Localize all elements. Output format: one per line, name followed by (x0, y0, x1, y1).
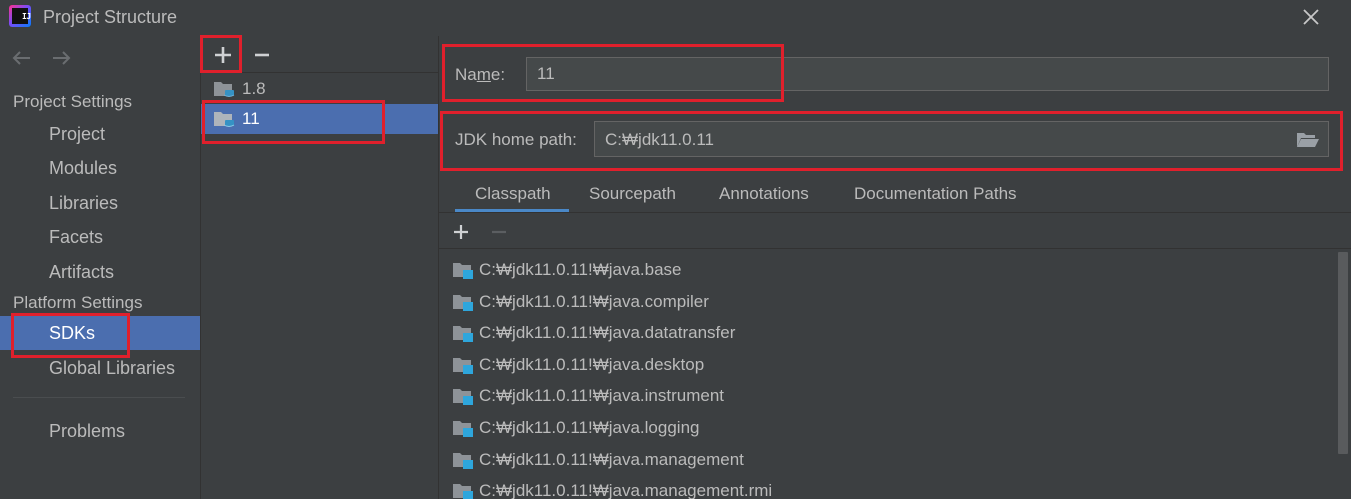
module-folder-icon (452, 387, 474, 406)
plus-icon[interactable] (451, 222, 471, 242)
classpath-entry-label: C:₩jdk11.0.11!₩java.management.rmi (479, 481, 773, 499)
sidebar-item-facets[interactable]: Facets (0, 220, 200, 254)
sidebar-item-label: SDKs (49, 323, 96, 343)
classpath-entry[interactable]: C:₩jdk11.0.11!₩java.management (439, 444, 1336, 475)
active-tab-indicator (455, 209, 569, 212)
sidebar-item-label: Facets (49, 227, 104, 247)
platform-settings-header: Platform Settings (13, 293, 143, 312)
classpath-entry-label: C:₩jdk11.0.11!₩java.compiler (479, 291, 709, 311)
sidebar-item-global-libraries[interactable]: Global Libraries (0, 351, 200, 385)
project-settings-header: Project Settings (13, 92, 133, 111)
scrollbar-thumb[interactable] (1338, 252, 1348, 454)
classpath-entry-label: C:₩jdk11.0.11!₩java.desktop (479, 354, 705, 374)
module-folder-icon (452, 451, 474, 469)
sidebar-item-artifacts[interactable]: Artifacts (0, 255, 200, 289)
jdk-home-path-value: C:₩jdk11.0.11 (605, 130, 714, 149)
tab-documentation-paths[interactable]: Documentation Paths (854, 184, 1017, 204)
jdk-folder-icon (213, 80, 235, 98)
module-folder-icon (452, 293, 474, 311)
sdk-tabs: Classpath Sourcepath Annotations Documen… (439, 179, 1351, 213)
sdk-name-input[interactable] (526, 57, 1329, 91)
tab-classpath[interactable]: Classpath (475, 184, 551, 204)
window-title: Project Structure (43, 7, 178, 27)
title-bar: IJ Project Structure (0, 0, 1351, 36)
module-folder-icon (452, 356, 474, 374)
jdk-home-path-field[interactable]: C:₩jdk11.0.11 (594, 121, 1329, 157)
tab-annotations[interactable]: Annotations (719, 184, 809, 204)
folder-open-icon[interactable] (1296, 130, 1320, 150)
sidebar-item-sdks[interactable]: SDKs (0, 316, 200, 350)
module-folder-icon (452, 261, 474, 279)
minus-icon[interactable] (489, 222, 509, 242)
jdk-folder-icon (213, 110, 235, 128)
arrow-left-icon[interactable] (10, 47, 34, 69)
sidebar-item-modules[interactable]: Modules (0, 151, 200, 185)
minus-icon[interactable] (252, 45, 272, 65)
classpath-scrollbar[interactable] (1336, 249, 1351, 499)
classpath-list: C:₩jdk11.0.11!₩java.base C:₩jdk11.0.11!₩j… (439, 249, 1336, 499)
sdk-item-label: 11 (242, 109, 260, 128)
classpath-entry[interactable]: C:₩jdk11.0.11!₩java.datatransfer (439, 317, 1336, 348)
classpath-entry[interactable]: C:₩jdk11.0.11!₩java.logging (439, 412, 1336, 443)
classpath-entry-label: C:₩jdk11.0.11!₩java.logging (479, 418, 700, 437)
sidebar-item-problems[interactable]: Problems (0, 414, 200, 448)
sdk-item-11[interactable]: 11 (201, 104, 439, 134)
sdk-detail-panel: Name: JDK home path: C:₩jdk11.0.11 Class… (438, 36, 1351, 499)
classpath-toolbar (439, 213, 1351, 249)
classpath-entry[interactable]: C:₩jdk11.0.11!₩java.compiler (439, 286, 1336, 317)
logo-text: IJ (22, 12, 31, 21)
classpath-entry-label: C:₩jdk11.0.11!₩java.base (479, 260, 682, 279)
classpath-entry-label: C:₩jdk11.0.11!₩java.management (479, 449, 744, 469)
tab-sourcepath[interactable]: Sourcepath (589, 184, 676, 204)
classpath-entry-label: C:₩jdk11.0.11!₩java.instrument (479, 386, 725, 406)
sidebar-item-label: Global Libraries (49, 358, 176, 378)
sidebar-item-label: Modules (49, 158, 118, 178)
sidebar-item-label: Libraries (49, 193, 119, 213)
sidebar-item-label: Problems (49, 421, 126, 441)
jdk-home-path-label: JDK home path: (455, 130, 577, 149)
sdk-toolbar (201, 36, 439, 73)
classpath-entry[interactable]: C:₩jdk11.0.11!₩java.base (439, 254, 1336, 285)
sdk-item-1-8[interactable]: 1.8 (201, 74, 439, 104)
module-folder-icon (452, 419, 474, 437)
classpath-entry[interactable]: C:₩jdk11.0.11!₩java.management.rmi (439, 475, 1336, 499)
sidebar-item-libraries[interactable]: Libraries (0, 186, 200, 220)
sidebar-divider (13, 397, 185, 398)
sdk-list-panel: 1.8 11 (200, 36, 439, 499)
sidebar-item-project[interactable]: Project (0, 117, 200, 151)
intellij-logo-icon: IJ (9, 5, 31, 27)
name-label: Name: (455, 65, 506, 84)
sdk-item-label: 1.8 (242, 79, 266, 98)
settings-sidebar: Project Settings Project Modules Librari… (0, 36, 200, 499)
classpath-entry[interactable]: C:₩jdk11.0.11!₩java.desktop (439, 349, 1336, 380)
sidebar-item-label: Artifacts (49, 262, 115, 282)
plus-icon[interactable] (213, 45, 233, 65)
arrow-right-icon[interactable] (49, 47, 73, 69)
close-icon[interactable] (1298, 4, 1324, 30)
module-folder-icon (452, 482, 474, 499)
classpath-entry-label: C:₩jdk11.0.11!₩java.datatransfer (479, 323, 736, 343)
sidebar-item-label: Project (49, 124, 106, 144)
module-folder-icon (452, 324, 474, 343)
classpath-entry[interactable]: C:₩jdk11.0.11!₩java.instrument (439, 380, 1336, 411)
